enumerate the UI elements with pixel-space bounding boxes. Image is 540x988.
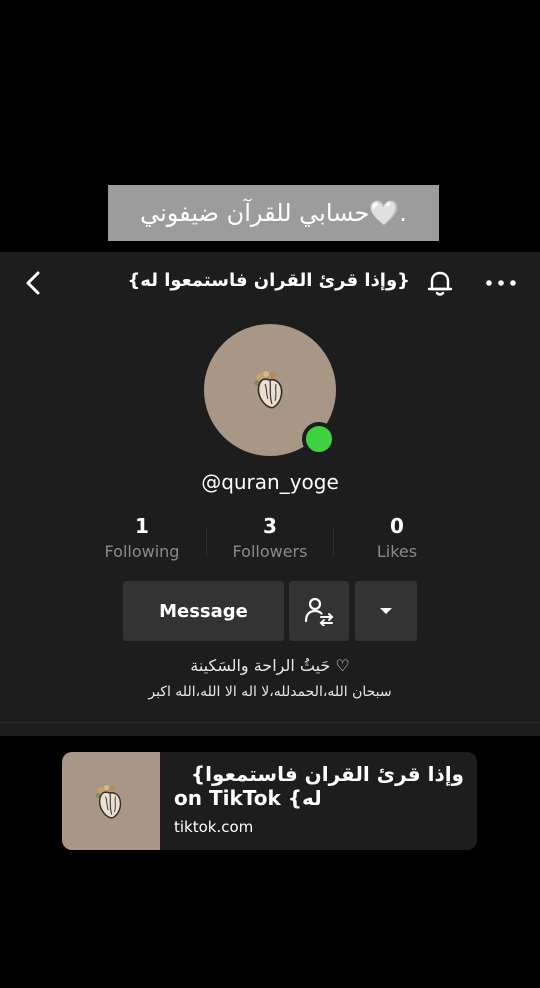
following-count: 1 bbox=[135, 514, 149, 538]
link-preview-title-line-2: on TikTok {له bbox=[174, 786, 322, 810]
link-preview-domain: tiktok.com bbox=[174, 818, 254, 836]
page-title: {وإذا قرئ القران فاستمعوا له} bbox=[127, 270, 410, 291]
bio-line-1: حَيثُ الراحة والسَكينة ♡ bbox=[190, 656, 350, 675]
likes-count: 0 bbox=[390, 514, 404, 538]
likes-label: Likes bbox=[376, 542, 418, 561]
stat-likes[interactable]: 0 Likes bbox=[333, 514, 461, 561]
story-caption: حسابي للقرآن ضيفوني🤍. bbox=[108, 185, 439, 241]
back-chevron-icon[interactable] bbox=[20, 268, 46, 298]
online-status-indicator bbox=[302, 422, 336, 456]
message-button[interactable]: Message bbox=[123, 581, 284, 641]
link-preview-title: {وإذا قرئ القران فاستمعوا on TikTok {له bbox=[174, 762, 464, 810]
suggested-accounts-dropdown[interactable] bbox=[355, 581, 417, 641]
link-preview-thumbnail bbox=[62, 752, 160, 850]
follow-toggle-button[interactable] bbox=[289, 581, 349, 641]
profile-screenshot: {وإذا قرئ القران فاستمعوا له} @quran_yog… bbox=[0, 252, 540, 736]
followers-count: 3 bbox=[263, 514, 277, 538]
bell-icon[interactable] bbox=[426, 268, 454, 298]
caret-down-icon bbox=[380, 608, 392, 614]
bio-line-2: سبحان الله،الحمدلله،لا اله الا الله،الله… bbox=[148, 684, 392, 700]
username: @quran_yoge bbox=[201, 470, 339, 494]
following-label: Following bbox=[104, 542, 180, 561]
profile-topbar: {وإذا قرئ القران فاستمعوا له} bbox=[0, 252, 540, 314]
stat-followers[interactable]: 3 Followers bbox=[206, 514, 334, 561]
link-preview-card[interactable]: {وإذا قرئ القران فاستمعوا on TikTok {له … bbox=[62, 752, 477, 850]
followers-label: Followers bbox=[232, 542, 308, 561]
user-follow-swap-icon bbox=[304, 597, 334, 626]
more-dots-icon[interactable] bbox=[484, 274, 518, 292]
anatomical-heart-icon bbox=[95, 784, 122, 819]
link-preview-title-line-1: {وإذا قرئ القران فاستمعوا bbox=[190, 762, 464, 786]
stat-following[interactable]: 1 Following bbox=[78, 514, 206, 561]
anatomical-heart-icon bbox=[254, 371, 283, 409]
divider bbox=[0, 722, 540, 723]
avatar[interactable] bbox=[204, 324, 336, 456]
